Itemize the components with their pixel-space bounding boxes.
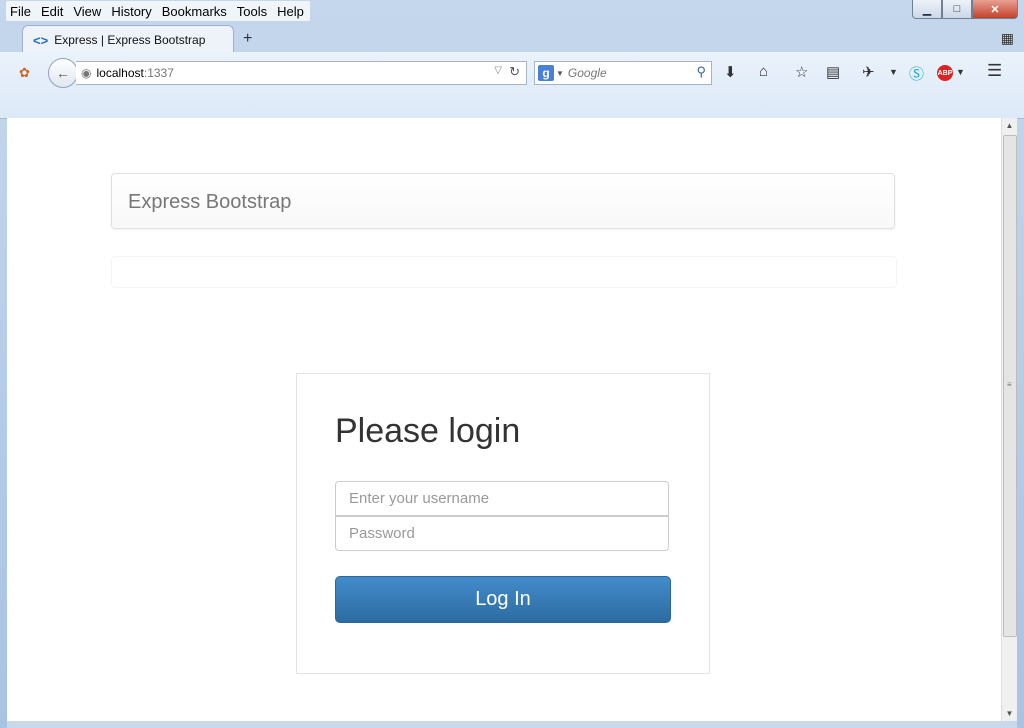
search-bar[interactable]: g ▼ Google ⚲ [534, 61, 712, 85]
vertical-scrollbar[interactable]: ▲ ≡ ▼ [1001, 118, 1017, 721]
url-port: :1337 [143, 66, 174, 80]
page-content: Express Bootstrap Please login Enter you… [7, 118, 1001, 721]
close-button[interactable]: ✕ [972, 0, 1018, 19]
login-heading: Please login [335, 412, 521, 450]
brand-link[interactable]: Express Bootstrap [128, 191, 291, 214]
new-tab-button[interactable]: + [243, 30, 252, 48]
scroll-thumb[interactable]: ≡ [1003, 135, 1017, 637]
adblock-icon[interactable]: ABP [937, 65, 953, 81]
magnifier-icon[interactable]: ⚲ [696, 64, 706, 80]
navigation-toolbar: ✿ ← ◉ localhost :1337 ▽ ↻ g ▼ Google ⚲ ⬇… [0, 52, 1024, 119]
menu-bar: File Edit View History Bookmarks Tools H… [6, 1, 310, 21]
globe-icon: ◉ [81, 66, 92, 80]
menu-file[interactable]: File [10, 4, 31, 19]
back-button[interactable]: ← [48, 58, 78, 88]
tab-express-bootstrap[interactable]: <> Express | Express Bootstrap [22, 25, 234, 54]
tab-title: Express | Express Bootstrap [54, 33, 206, 47]
addon-dropdown-icon[interactable]: ▼ [889, 67, 898, 77]
adblock-dropdown-icon[interactable]: ▼ [956, 67, 965, 77]
google-icon[interactable]: g [538, 65, 554, 81]
url-host: localhost [96, 66, 144, 80]
scroll-down-icon[interactable]: ▼ [1002, 706, 1017, 721]
password-input[interactable]: Password [335, 516, 669, 551]
url-bar[interactable]: ◉ localhost :1337 ▽ ↻ [76, 61, 527, 85]
username-input[interactable]: Enter your username [335, 481, 669, 516]
menu-view[interactable]: View [73, 4, 101, 19]
bookmarks-menu-icon[interactable]: ▤ [826, 63, 840, 81]
login-button[interactable]: Log In [335, 576, 671, 623]
grip-icon: ≡ [1007, 380, 1012, 389]
bookmark-star-icon[interactable]: ☆ [795, 63, 808, 81]
search-placeholder: Google [567, 66, 607, 80]
minimize-button[interactable]: ▁ [912, 0, 942, 19]
addon-icon[interactable]: ✈ [862, 63, 875, 81]
browser-window: File Edit View History Bookmarks Tools H… [0, 0, 1024, 728]
menu-tools[interactable]: Tools [237, 4, 267, 19]
home-icon[interactable]: ⌂ [759, 63, 768, 80]
menu-bookmarks[interactable]: Bookmarks [162, 4, 227, 19]
maximize-button[interactable]: □ [942, 0, 972, 19]
empty-panel [111, 256, 897, 288]
site-navbar: Express Bootstrap [111, 173, 895, 229]
express-favicon-icon: <> [33, 32, 49, 48]
reload-icon[interactable]: ↻ [509, 64, 520, 80]
menu-help[interactable]: Help [277, 4, 304, 19]
hamburger-menu-icon[interactable]: ☰ [987, 61, 1002, 81]
download-icon[interactable]: ⬇ [724, 63, 737, 81]
menu-history[interactable]: History [111, 4, 151, 19]
tab-strip: <> Express | Express Bootstrap + ▦ [0, 22, 1024, 54]
search-engine-dropdown-icon[interactable]: ▼ [556, 69, 564, 78]
login-form: Please login Enter your username Passwor… [296, 373, 710, 674]
menu-edit[interactable]: Edit [41, 4, 63, 19]
tab-groups-icon[interactable]: ▦ [1001, 30, 1014, 47]
arrow-left-icon: ← [56, 65, 70, 81]
window-bottom-border [7, 721, 1017, 728]
scroll-up-icon[interactable]: ▲ [1002, 118, 1017, 133]
window-controls: ▁ □ ✕ [912, 0, 1018, 19]
extension-icon[interactable]: ✿ [19, 65, 30, 81]
url-dropdown-icon[interactable]: ▽ [494, 65, 502, 76]
skype-icon[interactable]: Ⓢ [909, 63, 924, 84]
